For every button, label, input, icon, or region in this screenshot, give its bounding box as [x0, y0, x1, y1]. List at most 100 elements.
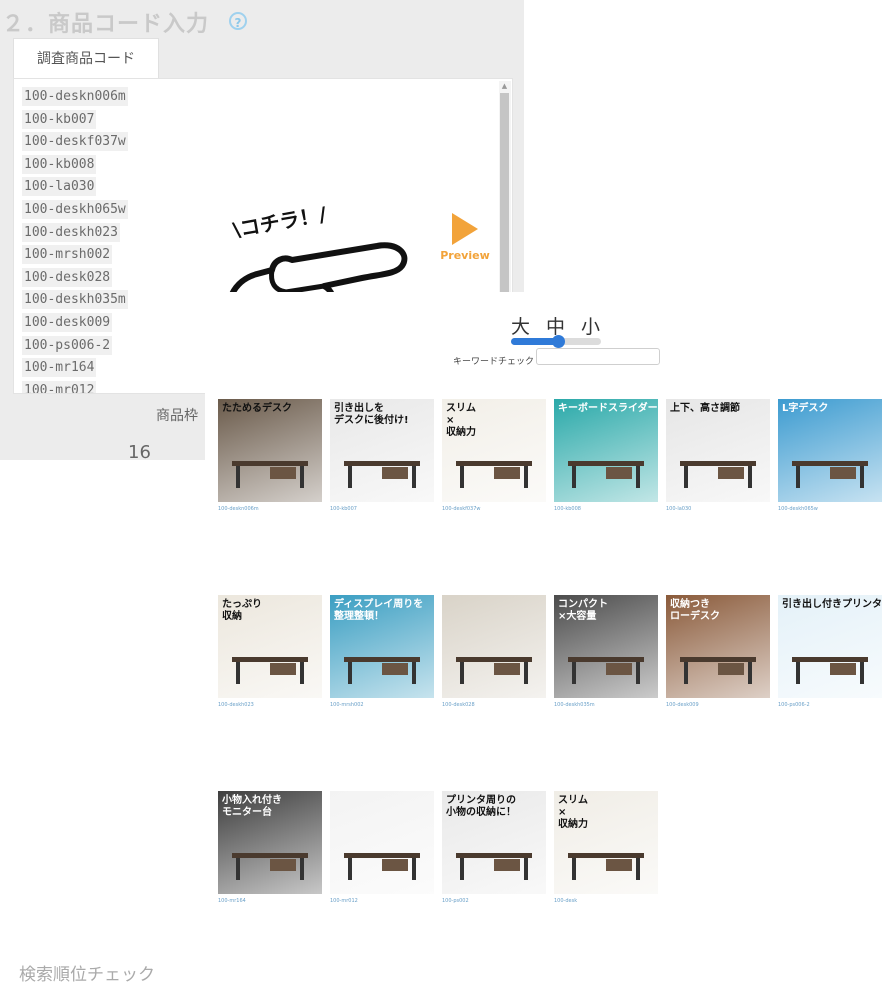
product-thumbnail[interactable]: 小物入れ付き モニター台	[218, 791, 322, 894]
preview-window: 大中小 キーワードチェック たためるデスク 100-deskn006m 引き出しを …	[205, 292, 889, 997]
product-card[interactable]: 100-desk028	[442, 595, 546, 747]
product-photo-icon	[678, 455, 758, 489]
product-code-link[interactable]: 100-deskh023	[218, 702, 322, 709]
product-code-item: 100-ps006-2	[22, 335, 113, 355]
size-medium-option[interactable]: 中	[546, 316, 581, 338]
product-code-link[interactable]: 100-la030	[666, 506, 770, 513]
thumbnail-caption: 上下、高さ調節	[670, 403, 740, 414]
product-title-link[interactable]	[778, 513, 882, 551]
product-code-link[interactable]: 100-ps002	[442, 898, 546, 905]
product-code-link[interactable]: 100-mrsh002	[330, 702, 434, 709]
product-photo-icon	[566, 847, 646, 881]
product-code-item: 100-deskh065w	[22, 199, 128, 219]
product-title-link[interactable]	[442, 513, 546, 551]
product-code-link[interactable]: 100-desk	[554, 898, 658, 905]
product-code-link[interactable]: 100-kb008	[554, 506, 658, 513]
footer-title: 検索順位チェック	[19, 965, 155, 985]
product-code-link[interactable]: 100-deskh065w	[778, 506, 882, 513]
product-code-link[interactable]: 100-mr164	[218, 898, 322, 905]
product-card[interactable]: ディスプレイ周りを 整理整頓！ 100-mrsh002	[330, 595, 434, 747]
product-photo-icon	[230, 847, 310, 881]
keyword-input[interactable]	[536, 348, 660, 365]
scroll-up-icon[interactable]: ▲	[500, 81, 509, 91]
thumbnail-caption: たっぷり 収納	[222, 599, 262, 622]
thumbnail-caption: キーボードスライダー	[558, 403, 658, 414]
product-code-link[interactable]: 100-desk009	[666, 702, 770, 709]
product-card[interactable]: L字デスク 100-deskh065w	[778, 399, 882, 551]
slider-knob[interactable]	[551, 335, 565, 348]
product-thumbnail[interactable]: キーボードスライダー	[554, 399, 658, 502]
product-thumbnail[interactable]: コンパクト ×大容量	[554, 595, 658, 698]
product-card[interactable]: 100-mr012	[330, 791, 434, 943]
product-code-link[interactable]: 100-mr012	[330, 898, 434, 905]
size-large-option[interactable]: 大	[511, 316, 546, 338]
preview-button[interactable]: Preview	[436, 211, 494, 269]
product-thumbnail[interactable]: たっぷり 収納	[218, 595, 322, 698]
product-photo-icon	[230, 651, 310, 685]
product-code-link[interactable]: 100-ps006-2	[778, 702, 882, 709]
product-thumbnail[interactable]	[442, 595, 546, 698]
product-thumbnail[interactable]: プリンタ周りの 小物の収納に！	[442, 791, 546, 894]
size-small-option[interactable]: 小	[581, 316, 616, 338]
product-thumbnail[interactable]: 収納つき ローデスク	[666, 595, 770, 698]
thumbnail-caption: ディスプレイ周りを 整理整頓！	[334, 599, 424, 622]
product-code-item: 100-deskh023	[22, 222, 120, 242]
product-photo-icon	[454, 455, 534, 489]
thumbnail-caption: スリム × 収納力	[558, 795, 588, 830]
product-thumbnail[interactable]: 上下、高さ調節	[666, 399, 770, 502]
product-thumbnail[interactable]	[330, 791, 434, 894]
product-photo-icon	[566, 455, 646, 489]
play-icon	[452, 213, 478, 245]
product-code-link[interactable]: 100-deskh035m	[554, 702, 658, 709]
product-title-link[interactable]	[554, 513, 658, 551]
product-title-link[interactable]	[330, 709, 434, 747]
product-thumbnail[interactable]: たためるデスク	[218, 399, 322, 502]
product-code-link[interactable]: 100-desk028	[442, 702, 546, 709]
help-icon[interactable]: ?	[229, 12, 247, 30]
product-thumbnail[interactable]: 引き出しを デスクに後付け!	[330, 399, 434, 502]
product-card[interactable]: スリム × 収納力 100-deskf037w	[442, 399, 546, 551]
product-code-link[interactable]: 100-kb007	[330, 506, 434, 513]
size-slider[interactable]	[511, 335, 601, 348]
product-code-link[interactable]: 100-deskn006m	[218, 506, 322, 513]
product-count: 16	[128, 442, 151, 463]
product-thumbnail[interactable]: スリム × 収納力	[554, 791, 658, 894]
thumbnail-caption: 収納つき ローデスク	[670, 599, 720, 622]
product-card[interactable]: コンパクト ×大容量 100-deskh035m	[554, 595, 658, 747]
product-code-item: 100-mr164	[22, 358, 97, 378]
product-code-link[interactable]: 100-deskf037w	[442, 506, 546, 513]
product-title-link[interactable]	[666, 513, 770, 551]
product-title-link[interactable]	[330, 905, 434, 943]
product-title-link[interactable]	[554, 905, 658, 943]
product-photo-icon	[454, 651, 534, 685]
product-code-item: 100-desk028	[22, 267, 113, 287]
product-card[interactable]: キーボードスライダー 100-kb008	[554, 399, 658, 551]
product-title-link[interactable]	[330, 513, 434, 551]
product-card[interactable]: 収納つき ローデスク 100-desk009	[666, 595, 770, 747]
product-code-item: 100-deskn006m	[22, 87, 128, 106]
product-title-link[interactable]	[218, 709, 322, 747]
product-card[interactable]: プリンタ周りの 小物の収納に！ 100-ps002	[442, 791, 546, 943]
product-thumbnail[interactable]: 引き出し付きプリンター台	[778, 595, 882, 698]
product-card[interactable]: 小物入れ付き モニター台 100-mr164	[218, 791, 322, 943]
tab-product-codes[interactable]: 調査商品コード	[13, 38, 159, 78]
product-title-link[interactable]	[442, 709, 546, 747]
product-title-link[interactable]	[442, 905, 546, 943]
product-card[interactable]: 引き出し付きプリンター台 100-ps006-2	[778, 595, 882, 747]
product-title-link[interactable]	[778, 709, 882, 747]
product-photo-icon	[790, 455, 870, 489]
product-title-link[interactable]	[218, 513, 322, 551]
product-thumbnail[interactable]: ディスプレイ周りを 整理整頓！	[330, 595, 434, 698]
product-card[interactable]: 上下、高さ調節 100-la030	[666, 399, 770, 551]
product-title-link[interactable]	[666, 709, 770, 747]
product-thumbnail[interactable]: スリム × 収納力	[442, 399, 546, 502]
product-card[interactable]: たっぷり 収納 100-deskh023	[218, 595, 322, 747]
product-title-link[interactable]	[554, 709, 658, 747]
product-card[interactable]: スリム × 収納力 100-desk	[554, 791, 658, 943]
product-card[interactable]: 引き出しを デスクに後付け! 100-kb007	[330, 399, 434, 551]
thumbnail-caption: プリンタ周りの 小物の収納に！	[446, 795, 516, 818]
product-code-item: 100-la030	[22, 177, 97, 197]
product-title-link[interactable]	[218, 905, 322, 943]
product-thumbnail[interactable]: L字デスク	[778, 399, 882, 502]
product-card[interactable]: たためるデスク 100-deskn006m	[218, 399, 322, 551]
